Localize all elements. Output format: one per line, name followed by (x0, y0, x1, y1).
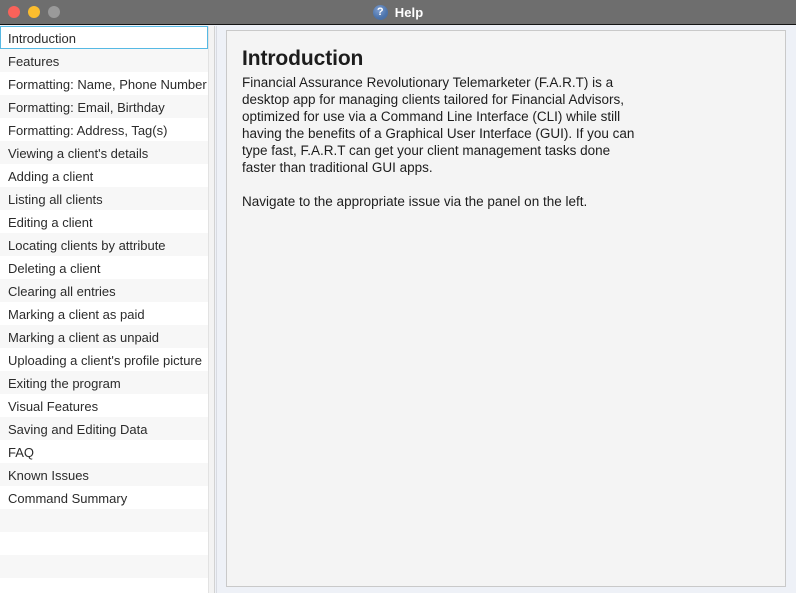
help-window: ? Help Introduction Features Formatting: N… (0, 0, 796, 593)
title-bar: ? Help (0, 0, 796, 25)
minimize-window-button[interactable] (28, 6, 40, 18)
sidebar-item-features[interactable]: Features (0, 49, 208, 72)
intro-paragraph-1: Financial Assurance Revolutionary Telema… (242, 75, 635, 175)
sidebar-item-marking-a-client-as-unpaid[interactable]: Marking a client as unpaid (0, 325, 208, 348)
sidebar-item-viewing-a-client-s-details[interactable]: Viewing a client's details (0, 141, 208, 164)
sidebar-item-introduction[interactable]: Introduction (0, 26, 208, 49)
topics-sidebar: Introduction Features Formatting: Name, Ph… (0, 26, 208, 593)
sidebar-item-adding-a-client[interactable]: Adding a client (0, 164, 208, 187)
document-panel: Introduction Financial Assurance Revolut… (226, 30, 786, 587)
intro-paragraph-2: Navigate to the appropriate issue via th… (242, 194, 588, 209)
sidebar-item-marking-a-client-as-paid[interactable]: Marking a client as paid (0, 302, 208, 325)
sidebar-item-blank (0, 532, 208, 555)
sidebar-item-formatting-email-birthday[interactable]: Formatting: Email, Birthday (0, 95, 208, 118)
title-bar-center: ? Help (0, 0, 796, 24)
sidebar-item-formatting-name-phone-number[interactable]: Formatting: Name, Phone Number (0, 72, 208, 95)
page-title: Introduction (242, 47, 364, 70)
sidebar-item-blank (0, 578, 208, 593)
sidebar-item-known-issues[interactable]: Known Issues (0, 463, 208, 486)
sidebar-item-faq[interactable]: FAQ (0, 440, 208, 463)
document-body: Introduction Financial Assurance Revolut… (227, 31, 785, 210)
sidebar-item-clearing-all-entries[interactable]: Clearing all entries (0, 279, 208, 302)
window-controls (8, 0, 60, 24)
topics-list[interactable]: Introduction Features Formatting: Name, Ph… (0, 26, 208, 593)
maximize-window-button[interactable] (48, 6, 60, 18)
main-content: Introduction Features Formatting: Name, Ph… (0, 26, 796, 593)
panel-splitter[interactable] (216, 26, 222, 593)
sidebar-item-uploading-a-client-s-profile-picture[interactable]: Uploading a client's profile picture (0, 348, 208, 371)
help-question-icon: ? (372, 4, 388, 20)
sidebar-item-formatting-address-tag-s[interactable]: Formatting: Address, Tag(s) (0, 118, 208, 141)
sidebar-item-blank (0, 509, 208, 532)
sidebar-item-listing-all-clients[interactable]: Listing all clients (0, 187, 208, 210)
sidebar-item-visual-features[interactable]: Visual Features (0, 394, 208, 417)
close-window-button[interactable] (8, 6, 20, 18)
window-title: Help (394, 4, 424, 20)
sidebar-item-exiting-the-program[interactable]: Exiting the program (0, 371, 208, 394)
sidebar-item-blank (0, 555, 208, 578)
sidebar-item-editing-a-client[interactable]: Editing a client (0, 210, 208, 233)
sidebar-scrollbar[interactable] (208, 26, 215, 593)
splitter-line (216, 26, 217, 593)
sidebar-item-deleting-a-client[interactable]: Deleting a client (0, 256, 208, 279)
sidebar-item-saving-and-editing-data[interactable]: Saving and Editing Data (0, 417, 208, 440)
sidebar-item-command-summary[interactable]: Command Summary (0, 486, 208, 509)
sidebar-item-locating-clients-by-attribute[interactable]: Locating clients by attribute (0, 233, 208, 256)
